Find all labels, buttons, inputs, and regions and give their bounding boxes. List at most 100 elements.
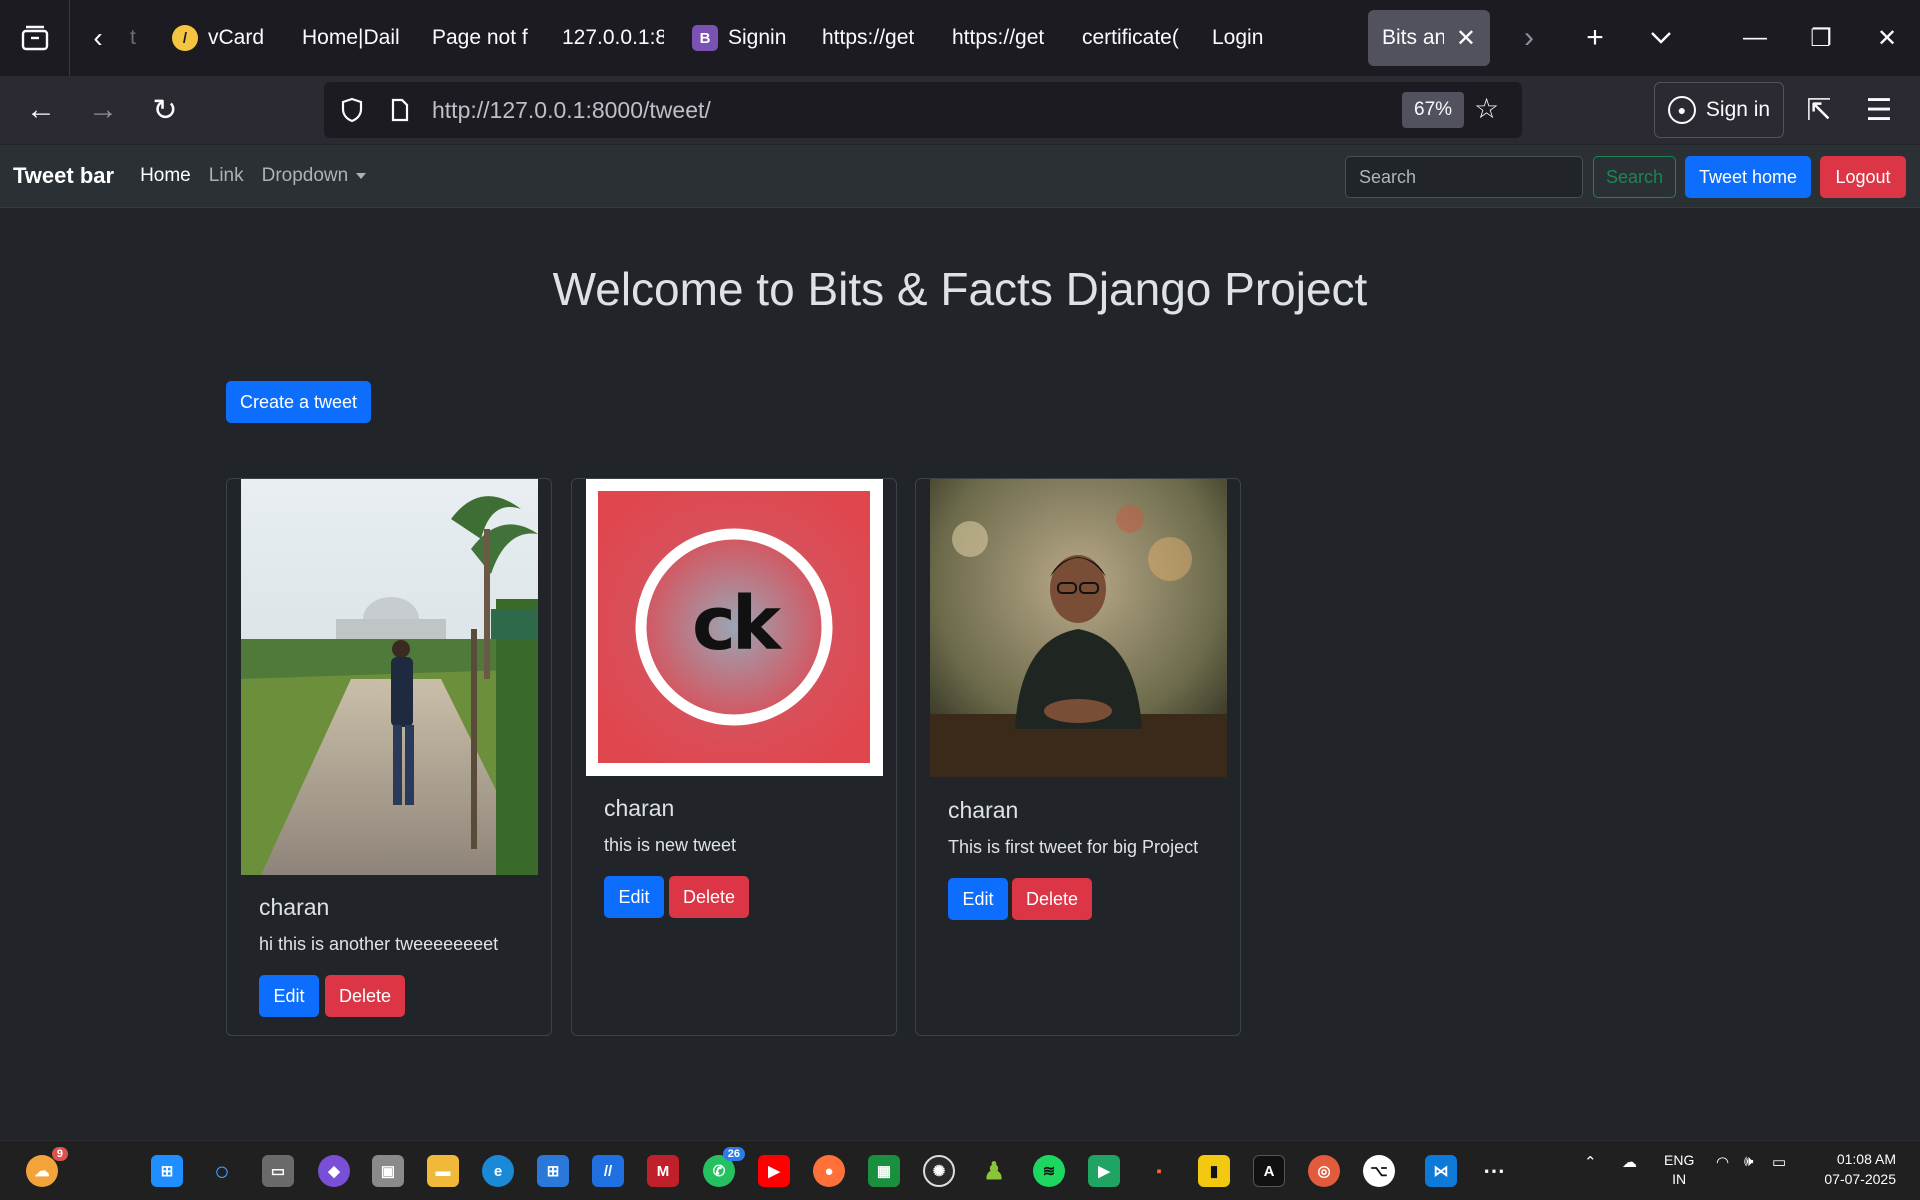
tab-label: Page not f	[432, 26, 528, 49]
clock[interactable]: 01:08 AM 07-07-2025	[1816, 1149, 1896, 1189]
tab-certificate[interactable]: certificate(	[1068, 10, 1198, 66]
list-all-tabs-icon[interactable]	[1628, 0, 1694, 76]
tab-vcard[interactable]: / vCard	[158, 10, 288, 66]
app-navbar: Tweet bar Home Link Dropdown Search Twee…	[0, 145, 1920, 208]
delete-button[interactable]: Delete	[325, 975, 405, 1017]
close-window-icon[interactable]: ✕	[1854, 0, 1920, 76]
back-arrow-icon[interactable]: ←	[10, 80, 72, 140]
tweet-text: this is new tweet	[604, 835, 737, 855]
brand-logo[interactable]: Tweet bar	[13, 163, 114, 189]
region-code: IN	[1672, 1171, 1687, 1187]
tab-partial[interactable]: t	[126, 10, 158, 66]
whatsapp-icon[interactable]: ✆ 26	[703, 1147, 745, 1187]
powerautomate-icon[interactable]: //	[592, 1155, 624, 1187]
copilot-icon[interactable]: ◆	[318, 1155, 350, 1187]
delete-button[interactable]: Delete	[669, 876, 749, 918]
edit-button[interactable]: Edit	[259, 975, 319, 1017]
reload-icon[interactable]: ↻	[134, 80, 196, 140]
language-indicator[interactable]: ENG IN	[1664, 1151, 1694, 1189]
onedrive-cloud-icon[interactable]: ☁	[1622, 1153, 1637, 1171]
youtube-icon[interactable]: ▶	[758, 1155, 790, 1187]
nav-home[interactable]: Home	[140, 165, 191, 187]
browser-app-icon[interactable]: ◎	[1308, 1155, 1340, 1187]
edit-button[interactable]: Edit	[604, 876, 664, 918]
edge-icon[interactable]: e	[482, 1155, 514, 1187]
github-icon[interactable]: ⌥	[1363, 1155, 1395, 1187]
acrobat-icon[interactable]: A	[1253, 1155, 1285, 1187]
file-explorer-icon[interactable]: ▬	[427, 1155, 459, 1187]
browser-toolbar: ← → ↻ http://127.0.0.1:8000/tweet/ 67% ☆…	[0, 76, 1920, 144]
tweet-text: hi this is another tweeeeeeeet	[259, 934, 499, 954]
page-info-icon[interactable]	[376, 98, 424, 122]
delete-button[interactable]: Delete	[1012, 878, 1092, 920]
tab-label: Signin	[728, 26, 787, 49]
tab-label: t	[130, 26, 136, 49]
date-text: 07-07-2025	[1824, 1171, 1896, 1187]
tab-localhost[interactable]: 127.0.0.1:8	[548, 10, 678, 66]
bookmark-star-icon[interactable]: ☆	[1474, 92, 1499, 125]
minimize-icon[interactable]: —	[1722, 0, 1788, 76]
tweet-author: charan	[948, 797, 1019, 823]
new-tab-plus-icon[interactable]: +	[1562, 0, 1628, 76]
store-box-icon[interactable]: ▣	[372, 1155, 404, 1187]
tab-label: https://get	[952, 26, 1045, 49]
nav-dropdown[interactable]: Dropdown	[262, 165, 367, 187]
search-icon[interactable]: ○	[206, 1155, 238, 1187]
caret-down-icon	[356, 172, 367, 179]
figma-like-icon[interactable]: ▪	[1143, 1155, 1175, 1187]
logout-button[interactable]: Logout	[1820, 156, 1906, 198]
battery-icon[interactable]: ▭	[1772, 1153, 1786, 1171]
tab-login[interactable]: Login	[1198, 10, 1328, 66]
task-view-icon[interactable]: ▭	[262, 1155, 294, 1187]
tab-label: Bits and	[1382, 26, 1444, 49]
meet-icon[interactable]: ▶	[1088, 1155, 1120, 1187]
url-text[interactable]: http://127.0.0.1:8000/tweet/	[432, 97, 711, 124]
forward-arrow-icon[interactable]: →	[72, 80, 134, 140]
tab-label: 127.0.0.1:8	[562, 26, 664, 49]
extensions-icon[interactable]: ⇱	[1788, 80, 1850, 140]
zoom-level-badge[interactable]: 67%	[1402, 92, 1465, 128]
tab-groups-icon[interactable]	[0, 0, 70, 76]
powerbi-icon[interactable]: ▮	[1198, 1155, 1230, 1187]
weather-widget-icon[interactable]: ☁ 9	[26, 1147, 68, 1187]
scroll-tabs-left-icon[interactable]: ‹	[70, 0, 126, 76]
tweet-home-button[interactable]: Tweet home	[1685, 156, 1811, 198]
scroll-tabs-right-icon[interactable]: ›	[1496, 0, 1562, 76]
url-bar[interactable]: http://127.0.0.1:8000/tweet/ 67% ☆	[324, 82, 1522, 138]
tab-active-bits-and-facts[interactable]: Bits and ✕	[1368, 10, 1490, 66]
tab-home-daily[interactable]: Home|Dail	[288, 10, 418, 66]
more-apps-icon[interactable]: ⋯	[1478, 1155, 1510, 1187]
tab-https-1[interactable]: https://get	[808, 10, 938, 66]
weather-badge: 9	[51, 1147, 68, 1161]
vcard-icon: /	[172, 25, 198, 51]
shield-icon[interactable]	[328, 97, 376, 123]
account-sign-in-button[interactable]: ● Sign in	[1654, 82, 1784, 138]
hamburger-menu-icon[interactable]: ☰	[1848, 80, 1910, 140]
microsoft-store-icon[interactable]: ⊞	[537, 1155, 569, 1187]
search-button[interactable]: Search	[1593, 156, 1676, 198]
tweet-image: ck	[586, 479, 883, 776]
search-input[interactable]	[1345, 156, 1583, 198]
start-windows-icon[interactable]: ⊞	[151, 1155, 183, 1187]
create-tweet-button[interactable]: Create a tweet	[226, 381, 371, 423]
tab-page-not-found[interactable]: Page not f	[418, 10, 548, 66]
close-tab-icon[interactable]: ✕	[1456, 24, 1476, 53]
edit-button[interactable]: Edit	[948, 878, 1008, 920]
volume-icon[interactable]: 🕪	[1744, 1153, 1753, 1170]
mcafee-icon[interactable]: M	[647, 1155, 679, 1187]
bootstrap-icon: B	[692, 25, 718, 51]
restore-icon[interactable]: ❐	[1788, 0, 1854, 76]
spotify-icon[interactable]: ≋	[1033, 1155, 1065, 1187]
chess-icon[interactable]: ♟	[978, 1155, 1010, 1187]
tab-https-2[interactable]: https://get	[938, 10, 1068, 66]
tab-label: https://get	[822, 26, 915, 49]
firefox-icon[interactable]: ●	[813, 1155, 845, 1187]
chatgpt-icon[interactable]: ✺	[923, 1155, 955, 1187]
nav-link[interactable]: Link	[209, 165, 244, 187]
wifi-icon[interactable]: ◠	[1716, 1153, 1729, 1171]
tray-chevron-up-icon[interactable]: ⌃	[1584, 1153, 1597, 1171]
classroom-icon[interactable]: ▦	[868, 1155, 900, 1187]
vscode-icon[interactable]: ⋈	[1425, 1155, 1457, 1187]
tab-signin[interactable]: B Signin	[678, 10, 808, 66]
whatsapp-badge: 26	[722, 1147, 745, 1161]
